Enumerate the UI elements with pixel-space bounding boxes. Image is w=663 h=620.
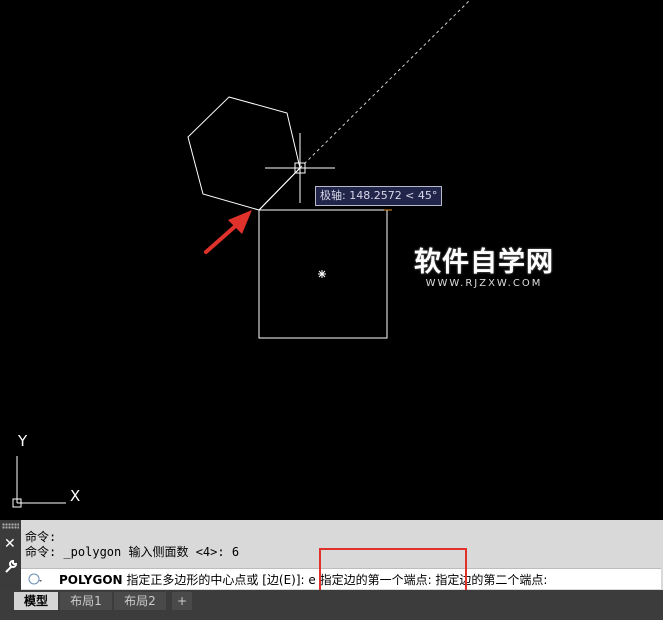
drawing-canvas[interactable]: Y X [0, 0, 663, 520]
watermark: 软件自学网 WWW.RJZXW.COM [414, 247, 554, 290]
current-command-name: POLYGON [59, 573, 123, 587]
close-icon[interactable]: ✕ [4, 536, 16, 552]
add-layout-button[interactable]: + [172, 592, 192, 610]
ucs-axis-x-label: X [70, 487, 80, 505]
polar-tooltip: 极轴: 148.2572 < 45° [315, 186, 443, 206]
command-window-toolbar: ✕ [0, 520, 21, 590]
hexagon-entity[interactable] [187, 96, 301, 211]
command-history-line: 命令: [25, 530, 57, 544]
polar-tracking-line [299, 0, 471, 169]
layout-tab-bar: 模型 布局1 布局2 + [0, 590, 663, 620]
watermark-url: WWW.RJZXW.COM [425, 278, 543, 289]
wrench-icon[interactable] [3, 558, 19, 574]
command-line-text: POLYGON 指定正多边形的中心点或 [边(E)]: e 指定边的第一个端点:… [59, 571, 547, 588]
command-history-line: 命令: _polygon 输入侧面数 <4>: 6 [25, 545, 240, 559]
ucs-axis-y-label: Y [17, 432, 28, 450]
tab-layout1[interactable]: 布局1 [60, 592, 112, 610]
command-history: 命令: 命令: _polygon 输入侧面数 <4>: 6 [25, 530, 239, 560]
center-marker-icon [318, 270, 326, 278]
command-prompt-icon[interactable] [27, 571, 43, 587]
watermark-title: 软件自学网 [414, 247, 554, 278]
tab-model[interactable]: 模型 [14, 592, 58, 610]
annotation-arrow-icon [204, 210, 252, 254]
ucs-icon [12, 456, 66, 508]
drag-grip-icon[interactable] [2, 523, 19, 529]
tab-layout2[interactable]: 布局2 [114, 592, 166, 610]
